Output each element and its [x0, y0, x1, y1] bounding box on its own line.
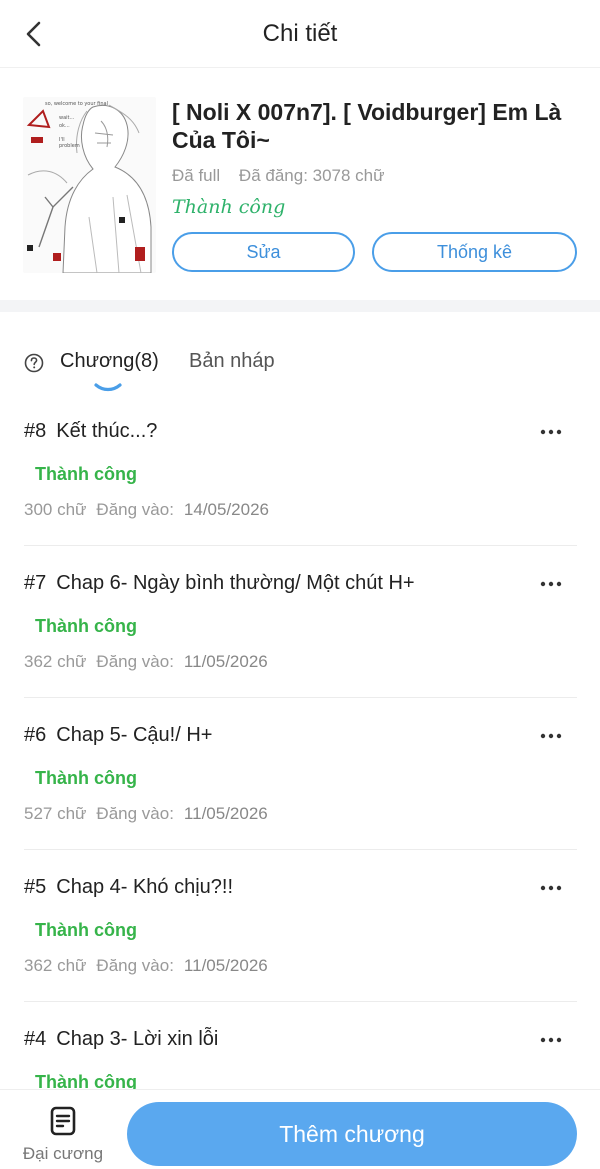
- more-horizontal-icon: [540, 885, 562, 891]
- more-horizontal-icon: [540, 429, 562, 435]
- row-divider: [24, 849, 577, 850]
- cover-artwork: so, welcome to your final wait... ok... …: [23, 97, 156, 273]
- chapter-title: #4 Chap 3- Lời xin lỗi: [24, 1028, 218, 1051]
- chapter-name: Chap 4- Khó chịu?!!: [56, 876, 234, 898]
- more-options-button[interactable]: [534, 572, 568, 596]
- chapter-status: Thành công: [35, 768, 137, 788]
- outline-label: Đại cương: [22, 1144, 104, 1163]
- outline-button[interactable]: Đại cương: [18, 1104, 108, 1164]
- tab-drafts[interactable]: Bản nháp: [189, 350, 275, 373]
- chapter-status: Thành công: [35, 464, 137, 484]
- posted-date: 11/05/2026: [183, 804, 268, 823]
- add-chapter-button[interactable]: Thêm chương: [127, 1102, 577, 1166]
- chapter-item[interactable]: #8 Kết thúc...? Thành công 300 chữ Đăng và…: [0, 400, 600, 552]
- chapter-status: Thành công: [35, 616, 137, 636]
- chapter-item[interactable]: #4 Chap 3- Lời xin lỗi Thành công: [0, 1008, 600, 1090]
- chapter-meta: 527 chữ Đăng vào: 11/05/2026: [24, 804, 268, 824]
- posted-date: 11/05/2026: [183, 956, 268, 975]
- chapter-item[interactable]: #7 Chap 6- Ngày bình thường/ Một chút H+ …: [0, 552, 600, 704]
- chapter-meta: 300 chữ Đăng vào: 14/05/2026: [24, 500, 269, 520]
- tab-chapters[interactable]: Chương(8): [60, 350, 159, 373]
- chapter-word-count: 362 chữ: [24, 956, 87, 975]
- chapter-list: #8 Kết thúc...? Thành công 300 chữ Đăng và…: [0, 400, 600, 1090]
- chapter-name: Chap 5- Cậu!/ H+: [56, 724, 213, 746]
- completion-status: Đã full: [172, 166, 221, 185]
- tab-bar: Chương(8) Bản nháp: [0, 312, 600, 400]
- chapter-meta: 362 chữ Đăng vào: 11/05/2026: [24, 956, 268, 976]
- book-info: so, welcome to your final wait... ok... …: [0, 68, 600, 300]
- stats-button[interactable]: Thống kê: [372, 232, 577, 272]
- more-options-button[interactable]: [534, 420, 568, 444]
- more-options-button[interactable]: [534, 876, 568, 900]
- svg-text:problem: problem: [59, 143, 80, 149]
- row-divider: [24, 545, 577, 546]
- svg-text:ok...: ok...: [59, 123, 70, 129]
- document-icon: [50, 1106, 76, 1136]
- chapter-item[interactable]: #5 Chap 4- Khó chịu?!! Thành công 362 chữ…: [0, 856, 600, 1008]
- posted-label: Đăng vào:: [96, 500, 174, 519]
- book-cover-image[interactable]: so, welcome to your final wait... ok... …: [23, 97, 156, 273]
- row-divider: [24, 697, 577, 698]
- chapter-title: #5 Chap 4- Khó chịu?!!: [24, 876, 233, 899]
- book-meta: Đã full Đã đăng: 3078 chữ: [172, 166, 385, 186]
- back-button[interactable]: [14, 14, 54, 54]
- posted-label: Đăng vào:: [96, 652, 174, 671]
- more-horizontal-icon: [540, 733, 562, 739]
- more-options-button[interactable]: [534, 724, 568, 748]
- question-circle-icon[interactable]: [24, 353, 44, 373]
- bottom-action-bar: Đại cương Thêm chương: [0, 1089, 600, 1169]
- chapter-word-count: 527 chữ: [24, 804, 87, 823]
- chapter-name: Chap 6- Ngày bình thường/ Một chút H+: [56, 572, 415, 594]
- book-status: Thành công: [172, 196, 286, 218]
- svg-text:wait...: wait...: [59, 115, 75, 121]
- edit-button[interactable]: Sửa: [172, 232, 355, 272]
- chapter-number: #6: [24, 724, 47, 746]
- chapter-title: #6 Chap 5- Cậu!/ H+: [24, 724, 212, 747]
- chapter-title: #7 Chap 6- Ngày bình thường/ Một chút H+: [24, 572, 415, 595]
- word-count: Đã đăng: 3078 chữ: [238, 166, 385, 185]
- posted-label: Đăng vào:: [96, 956, 174, 975]
- posted-date: 14/05/2026: [183, 500, 270, 519]
- chapter-number: #7: [24, 572, 47, 594]
- chapter-number: #8: [24, 420, 47, 442]
- chapter-status: Thành công: [35, 1072, 137, 1090]
- chapter-word-count: 300 chữ: [24, 500, 87, 519]
- more-horizontal-icon: [540, 1037, 562, 1043]
- book-title: [ Noli X 007n7]. [ Voidburger] Em Là Của…: [172, 99, 562, 153]
- chapter-meta: 362 chữ Đăng vào: 11/05/2026: [24, 652, 268, 672]
- chapter-item[interactable]: #6 Chap 5- Cậu!/ H+ Thành công 527 chữ Đăn…: [0, 704, 600, 856]
- svg-text:so, welcome to your final: so, welcome to your final: [45, 101, 108, 107]
- chapter-number: #5: [24, 876, 47, 898]
- active-tab-indicator: [94, 383, 122, 392]
- row-divider: [24, 1001, 577, 1002]
- page-title: Chi tiết: [262, 19, 338, 47]
- section-divider: [0, 300, 600, 312]
- chapter-title: #8 Kết thúc...?: [24, 420, 157, 443]
- posted-date: 11/05/2026: [183, 652, 268, 671]
- top-bar: Chi tiết: [0, 0, 600, 68]
- chapter-name: Kết thúc...?: [56, 420, 158, 442]
- more-options-button[interactable]: [534, 1028, 568, 1052]
- chapter-number: #4: [24, 1028, 47, 1050]
- more-horizontal-icon: [540, 581, 562, 587]
- chapter-word-count: 362 chữ: [24, 652, 87, 671]
- chevron-left-icon: [26, 21, 41, 47]
- chapter-status: Thành công: [35, 920, 137, 940]
- posted-label: Đăng vào:: [96, 804, 174, 823]
- chapter-name: Chap 3- Lời xin lỗi: [56, 1028, 219, 1050]
